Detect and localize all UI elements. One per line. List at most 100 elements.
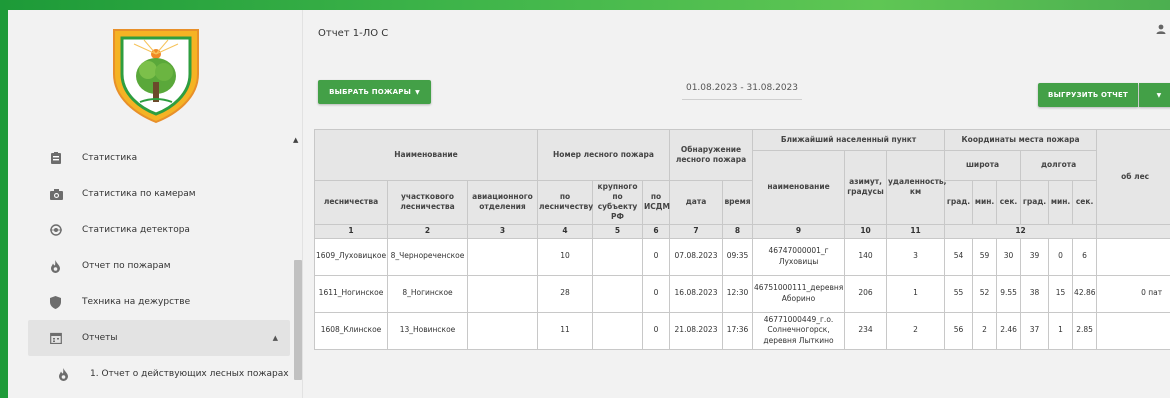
select-fires-button[interactable]: ВЫБРАТЬ ПОЖАРЫ ▼: [318, 80, 431, 104]
cell-forestry: 1611_Ногинское: [314, 274, 388, 313]
header-district-forestry: участкового лесничества: [387, 180, 468, 225]
sidebar-item-label: Отчет по пожарам: [82, 261, 171, 271]
header-longitude: долгота: [1020, 150, 1098, 181]
chart-icon: [50, 151, 72, 165]
date-range-input[interactable]: 01.08.2023 - 31.08.2023: [682, 80, 802, 100]
export-report-label: ВЫГРУЗИТЬ ОТЧЕТ: [1048, 91, 1128, 99]
chevron-up-icon[interactable]: ▲: [273, 334, 278, 342]
cell-aviation: [466, 311, 539, 350]
cell-distance: 1: [886, 274, 946, 313]
header-by-forestry: по лесничеству: [537, 180, 593, 225]
cell-aviation: [466, 274, 539, 313]
col-number: 4: [537, 223, 594, 239]
col-number: 3: [466, 223, 539, 239]
table-row[interactable]: 1609_Луховицкое 8_Черноречен­ское 10 0 07.08…: [314, 237, 1170, 276]
cell-large: [592, 237, 644, 276]
cell-lon-sec: 42.86: [1072, 274, 1098, 313]
table-header-row: лесничества участкового лесничества авиа…: [314, 180, 1170, 225]
cell-lat-min: 59: [972, 237, 998, 276]
table-row[interactable]: 1608_Клинское 13_Новинское 11 0 21.08.2023 17…: [314, 311, 1170, 350]
cell-lat-min: 52: [972, 274, 998, 313]
cell-isdm: 0: [642, 237, 671, 276]
sidebar-item-camera-stats[interactable]: Статистика по камерам: [28, 176, 290, 212]
cell-district: 8_Черноречен­ское: [387, 237, 468, 276]
col-number: 1: [314, 223, 388, 239]
col-number: 2: [387, 223, 468, 239]
sidebar-item-label: 1. Отчет о действующих лесных пожарах: [90, 369, 289, 379]
cell-time: 17:36: [722, 311, 754, 350]
header-name: Наименование: [314, 129, 539, 181]
header-lat-sec: сек.: [996, 180, 1022, 225]
sidebar-item-label: Статистика по камерам: [82, 189, 196, 199]
logo: [104, 24, 208, 124]
cell-time: 12:30: [722, 274, 754, 313]
col-number: 7: [669, 223, 724, 239]
sidebar-item-reports[interactable]: Отчеты ▲: [28, 320, 290, 356]
report-table: Наименование Номер лесного пожара Обнару…: [314, 129, 1170, 350]
export-report-button[interactable]: ВЫГРУЗИТЬ ОТЧЕТ: [1038, 83, 1138, 107]
header-lon-deg: град.: [1020, 180, 1050, 225]
page-title: Отчет 1-ЛО С: [318, 28, 389, 39]
sidebar-menu: Статистика Статистика по камерам Статист…: [28, 140, 290, 392]
header-large-by-subject: крупного по субъекту РФ: [592, 180, 644, 225]
col-number: 8: [722, 223, 754, 239]
cell-lon-min: 15: [1048, 274, 1074, 313]
cell-extra: [1096, 237, 1170, 276]
cell-settlement: 46751000111_деревня Аборино: [752, 274, 846, 313]
caret-down-icon: ▼: [1156, 91, 1162, 99]
cell-lon-sec: 2.85: [1072, 311, 1098, 350]
header-settlement: Ближайший населенный пункт: [752, 129, 946, 151]
app-window: ▲ Статистика Статистика по камерам Стати…: [8, 10, 1170, 398]
header-lat-min: мин.: [972, 180, 998, 225]
cell-lon-sec: 6: [1072, 237, 1098, 276]
cell-forestry: 1609_Луховицкое: [314, 237, 388, 276]
cell-lat-sec: 30: [996, 237, 1022, 276]
cell-large: [592, 311, 644, 350]
cell-distance: 3: [886, 237, 946, 276]
header-fire-number: Номер лесного пожара: [537, 129, 671, 181]
cell-settlement: 46747000001_г Луховицы: [752, 237, 846, 276]
cell-by-forestry: 10: [537, 237, 594, 276]
camera-icon: [50, 187, 72, 201]
cell-extra: [1096, 311, 1170, 350]
scroll-up-icon[interactable]: ▲: [293, 136, 298, 144]
header-by-isdm: по ИСДМ: [642, 180, 671, 225]
header-time: время: [722, 180, 754, 225]
shield-icon: [50, 295, 72, 309]
cell-forestry: 1608_Клинское: [314, 311, 388, 350]
col-number: 5: [592, 223, 644, 239]
fire-icon: [50, 259, 72, 273]
sidebar-item-duty-equipment[interactable]: Техника на дежурстве: [28, 284, 290, 320]
cell-settlement: 46771000449_г.о. Солнечногорск, деревня …: [752, 311, 846, 350]
scrollbar-thumb[interactable]: [294, 260, 302, 380]
cell-lat-deg: 56: [944, 311, 974, 350]
cell-district: 13_Новинское: [387, 311, 468, 350]
cell-lat-min: 2: [972, 311, 998, 350]
person-icon[interactable]: [1156, 24, 1166, 37]
cell-lon-min: 0: [1048, 237, 1074, 276]
sidebar-item-label: Техника на дежурстве: [82, 297, 191, 307]
sidebar-item-statistics[interactable]: Статистика: [28, 140, 290, 176]
export-dropdown-button[interactable]: ▼: [1139, 83, 1170, 107]
sidebar-scrollbar[interactable]: ▲: [292, 136, 302, 398]
table-row[interactable]: 1611_Ногинское 8_Ногинское 28 0 16.08.2023 12…: [314, 274, 1170, 313]
cell-isdm: 0: [642, 311, 671, 350]
cell-lat-deg: 55: [944, 274, 974, 313]
cell-aviation: [466, 237, 539, 276]
header-detection: Обнаружение лесного пожара: [669, 129, 754, 181]
cell-azimuth: 140: [844, 237, 888, 276]
cell-lat-sec: 9.55: [996, 274, 1022, 313]
col-number: 10: [844, 223, 888, 239]
cell-lon-min: 1: [1048, 311, 1074, 350]
col-number: 9: [752, 223, 846, 239]
cell-azimuth: 234: [844, 311, 888, 350]
header-cut-off: об лес: [1096, 129, 1170, 225]
sidebar-item-active-fires-report[interactable]: 1. Отчет о действующих лесных пожарах: [28, 356, 290, 392]
sidebar-item-detector-stats[interactable]: Статистика детектора: [28, 212, 290, 248]
column-number-row: 1 2 3 4 5 6 7 8 9 10 11 12: [314, 223, 1170, 239]
header-coordinates: Координаты места пожара: [944, 129, 1098, 151]
sidebar-item-fire-report[interactable]: Отчет по пожарам: [28, 248, 290, 284]
caret-down-icon: ▼: [415, 88, 420, 96]
header-distance: удаленность, км: [886, 150, 947, 225]
cell-extra: 0 пат: [1096, 274, 1170, 313]
